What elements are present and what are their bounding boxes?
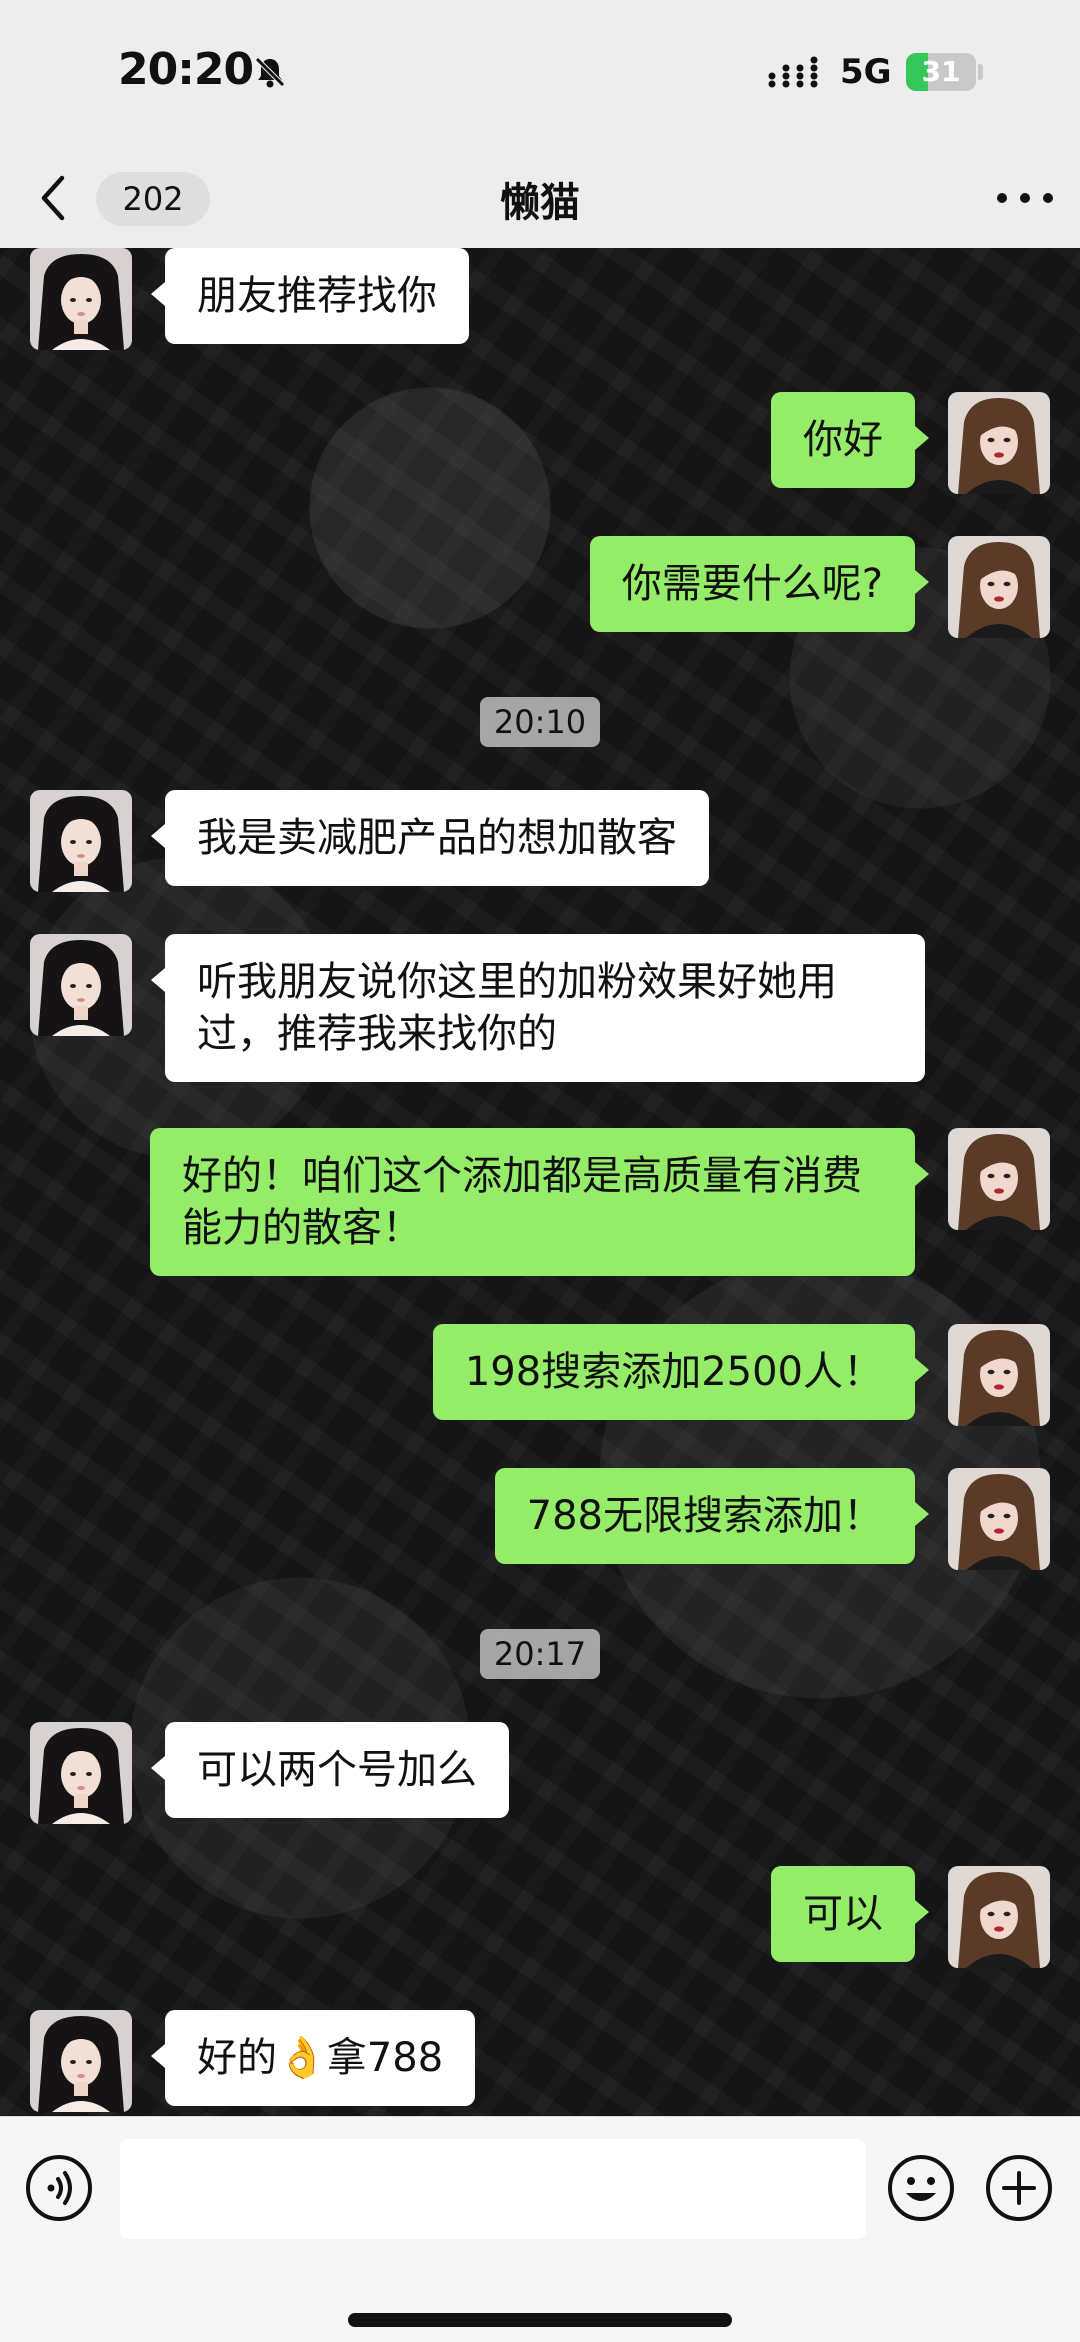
- message-incoming[interactable]: 我是卖减肥产品的想加散客: [151, 790, 709, 886]
- my-avatar[interactable]: [948, 392, 1050, 494]
- home-indicator: [348, 2313, 732, 2327]
- signal-icon: [768, 56, 818, 88]
- battery-level: 31: [921, 55, 961, 88]
- message-timestamp: 20:10: [480, 697, 600, 747]
- battery-icon: 31: [906, 53, 976, 91]
- contact-avatar[interactable]: [30, 1722, 132, 1824]
- contact-avatar[interactable]: [30, 790, 132, 892]
- more-horizontal-icon[interactable]: [990, 178, 1060, 218]
- battery-cap: [978, 64, 983, 80]
- my-avatar[interactable]: [948, 1468, 1050, 1570]
- message-outgoing[interactable]: 788无限搜索添加！: [494, 1468, 930, 1564]
- status-time: 20:20: [118, 44, 254, 95]
- plus-icon[interactable]: [984, 2153, 1054, 2223]
- voice-icon[interactable]: [24, 2153, 94, 2223]
- message-incoming[interactable]: 可以两个号加么: [151, 1722, 509, 1818]
- message-incoming[interactable]: 朋友推荐找你: [151, 248, 469, 344]
- message-outgoing[interactable]: 你需要什么呢?: [589, 536, 930, 632]
- network-type: 5G: [840, 52, 892, 92]
- contact-avatar[interactable]: [30, 248, 132, 350]
- message-input[interactable]: [120, 2139, 866, 2239]
- my-avatar[interactable]: [948, 536, 1050, 638]
- message-incoming[interactable]: 好的👌拿788: [150, 2010, 476, 2106]
- back-button[interactable]: 202: [30, 164, 210, 232]
- message-outgoing[interactable]: 可以: [771, 1866, 929, 1962]
- unread-count-badge: 202: [96, 172, 210, 226]
- bell-muted-icon: [255, 57, 285, 88]
- message-timestamp: 20:17: [480, 1629, 600, 1679]
- my-avatar[interactable]: [948, 1866, 1050, 1968]
- message-incoming[interactable]: 听我朋友说你这里的加粉效果好她用过，推荐我来找你的: [151, 934, 925, 1082]
- contact-avatar[interactable]: [30, 934, 132, 1036]
- message-outgoing[interactable]: 你好: [771, 392, 929, 488]
- chat-message-list[interactable]: 朋友推荐找你 你好 你需要什么呢? 20:10 我是卖减肥产品的想加散客 听我朋…: [0, 248, 1080, 2116]
- emoji-icon[interactable]: [886, 2153, 956, 2223]
- chat-header: 202 懒猫: [0, 150, 1080, 248]
- chat-input-bar: [0, 2116, 1080, 2342]
- contact-avatar[interactable]: [30, 2010, 132, 2112]
- my-avatar[interactable]: [948, 1128, 1050, 1230]
- status-bar: 20:20 5G 31: [0, 0, 1080, 150]
- message-outgoing[interactable]: 好的！咱们这个添加都是高质量有消费能力的散客！: [150, 1128, 929, 1276]
- chat-title: 懒猫: [500, 180, 580, 226]
- my-avatar[interactable]: [948, 1324, 1050, 1426]
- chevron-left-icon: [41, 175, 65, 221]
- message-outgoing[interactable]: 198搜索添加2500人！: [432, 1324, 930, 1420]
